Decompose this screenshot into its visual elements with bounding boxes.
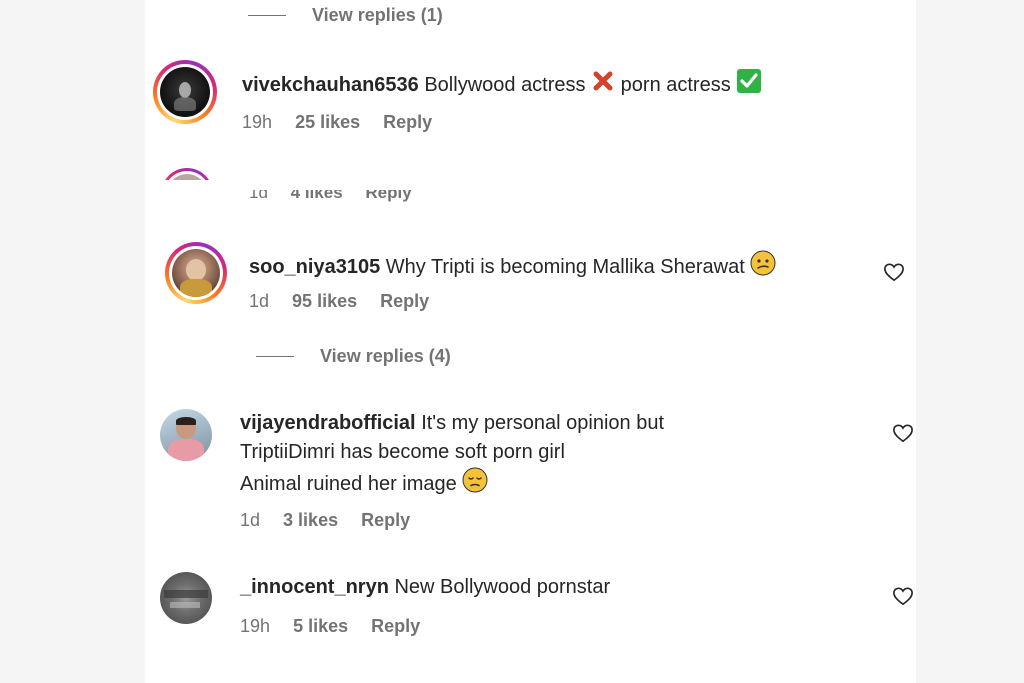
username[interactable]: vivekchauhan6536 [242, 74, 419, 96]
heart-icon[interactable] [883, 262, 905, 282]
reply-button[interactable]: Reply [361, 510, 410, 530]
reply-button[interactable]: Reply [380, 291, 429, 311]
comment-body: New Bollywood pornstar [394, 576, 611, 598]
username[interactable]: soo_niya3105 [249, 256, 380, 278]
avatar-_innocent_nryn[interactable] [160, 572, 212, 624]
comment-text: vijayendrabofficial It's my personal opi… [240, 409, 664, 438]
view-replies-label: View replies (4) [320, 346, 451, 366]
pensive-face-icon [462, 467, 488, 502]
comment-meta: 1d 3 likes Reply [240, 510, 428, 531]
comment-block-top: View replies (1) vivekchauhan6536 Bollyw… [145, 0, 872, 220]
view-replies-link-top[interactable]: View replies (1) [248, 5, 443, 26]
likes-count[interactable]: 5 likes [293, 616, 348, 636]
check-mark-icon [736, 68, 762, 103]
comment-body: Bollywood actress [424, 73, 586, 96]
view-replies-link[interactable]: View replies (4) [256, 346, 451, 367]
reply-button[interactable]: Reply [371, 616, 420, 636]
left-background [0, 0, 145, 683]
comment-text: soo_niya3105 Why Tripti is becoming Mall… [249, 250, 776, 285]
comment-text: _innocent_nryn New Bollywood pornstar [240, 573, 610, 602]
story-ring[interactable] [165, 242, 227, 304]
comment-body: It's my personal opinion but [421, 412, 665, 434]
comment-body: Why Tripti is becoming Mallika Sherawat [385, 255, 745, 278]
comment-body: porn actress [620, 73, 731, 96]
comment-meta: 19h 5 likes Reply [240, 616, 438, 637]
divider-dash [256, 356, 294, 357]
comment-meta: 1d 95 likes Reply [249, 291, 447, 312]
reply-button[interactable]: Reply [383, 112, 432, 132]
timestamp: 19h [240, 616, 271, 636]
comment-text: vivekchauhan6536 Bollywood actress porn … [242, 68, 762, 103]
comment-body-line: TriptiiDimri has become soft porn girl [240, 441, 565, 463]
timestamp: 1d [240, 510, 261, 530]
likes-count[interactable]: 25 likes [295, 112, 360, 132]
right-background [916, 0, 1024, 683]
timestamp: 19h [242, 112, 273, 132]
username[interactable]: _innocent_nryn [240, 576, 389, 598]
comment-meta-cut: 1d 4 likes Reply [249, 190, 412, 202]
cross-mark-icon [591, 69, 615, 102]
avatar-soo_niya3105[interactable] [172, 249, 220, 297]
username[interactable]: vijayendrabofficial [240, 412, 416, 434]
timestamp: 1d [249, 291, 270, 311]
heart-icon[interactable] [892, 423, 914, 443]
comment-meta: 19h 25 likes Reply [242, 112, 450, 133]
likes-count[interactable]: 95 likes [292, 291, 357, 311]
likes-count[interactable]: 3 likes [283, 510, 338, 530]
heart-icon[interactable] [892, 586, 914, 606]
avatar-vijayendrabofficial[interactable] [160, 409, 212, 461]
view-replies-label: View replies (1) [312, 5, 443, 25]
story-ring[interactable] [153, 60, 217, 124]
comment-block-bottom: 1d 4 likes Reply soo_niya3105 Why Tripti… [152, 180, 913, 683]
comment-body-line: Animal ruined her image [240, 467, 488, 502]
confused-face-icon [750, 250, 776, 285]
divider-dash [248, 15, 286, 16]
avatar-vivekchauhan6536[interactable] [160, 67, 210, 117]
